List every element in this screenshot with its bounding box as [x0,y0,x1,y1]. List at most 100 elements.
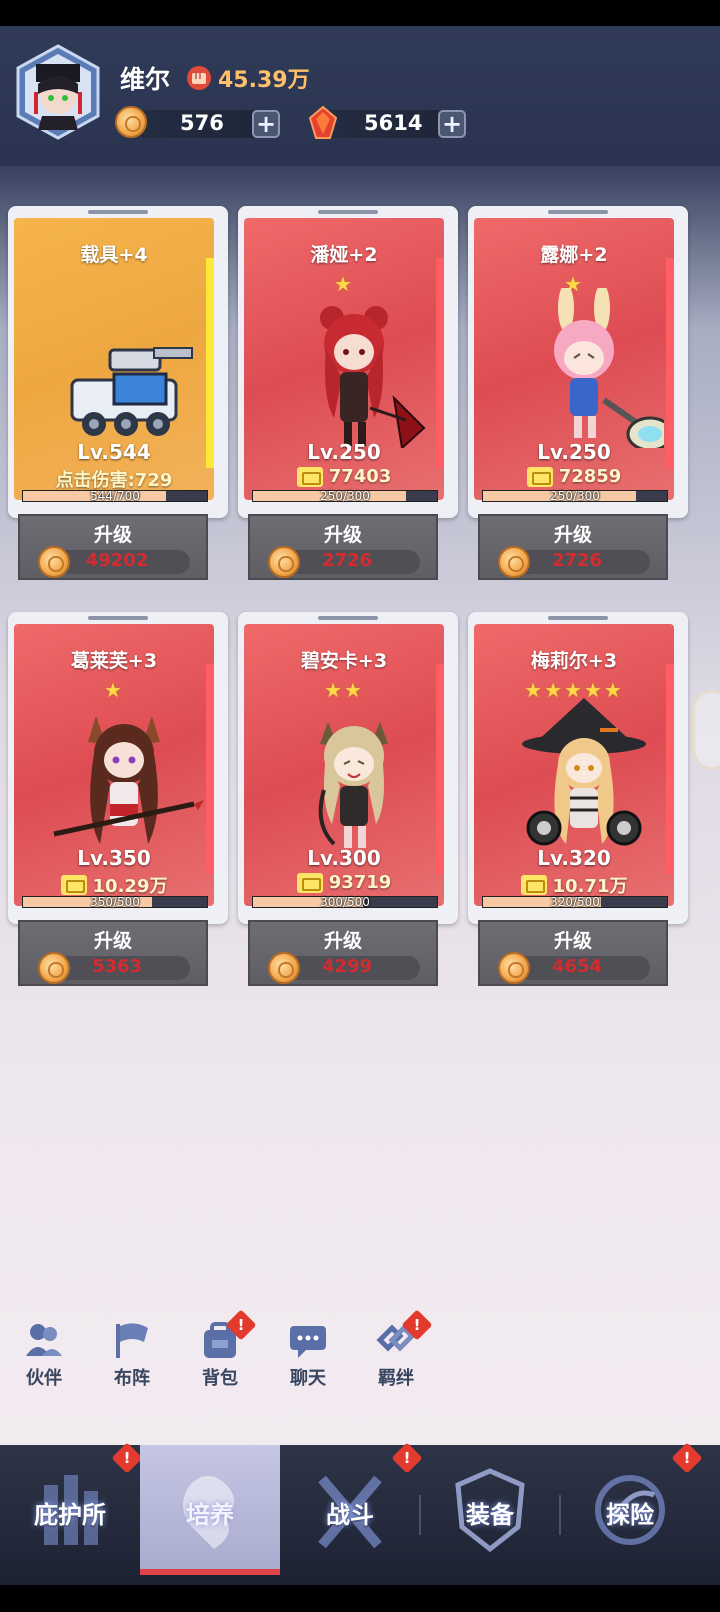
xp-bar: 544/700 [22,489,208,503]
character-stat-value: 72859 [558,466,622,487]
character-level: Lv.350 [77,846,151,870]
quicknav-label: 羁绊 [378,1368,414,1389]
coin-count: 576 [180,111,224,135]
character-name: 载具+4 [80,244,148,266]
bottom-nav-label: 装备 [466,1501,514,1529]
power-fist-icon [520,875,547,895]
upgrade-label: 升级 [553,930,592,952]
alert-badge: ! [111,1442,143,1474]
upgrade-label: 升级 [323,524,362,546]
quicknav-item-partner[interactable]: 伙伴 [14,1320,74,1390]
upgrade-button[interactable]: 升级 4654 [478,920,668,986]
character-level: Lv.250 [537,440,611,464]
upgrade-cost: 49202 [85,550,149,571]
character-stat-value: 93719 [328,872,392,893]
flag-icon [110,1320,154,1360]
card-handle [88,210,148,214]
character-stat: 93719 [244,872,444,893]
quicknav-item-backpack[interactable]: 背包 ! [190,1309,257,1390]
upgrade-cost: 2726 [551,550,603,571]
character-card[interactable]: 葛莱芙+3 ★ Lv.350 10.29万 350/500 [8,612,228,924]
add-crystals-button[interactable]: + [438,110,466,138]
quicknav-item-chat[interactable]: 聊天 [278,1320,338,1390]
alert-mark: ! [123,1449,131,1467]
upgrade-cost: 5363 [91,956,143,977]
power-fist-icon [60,875,87,895]
character-level: Lv.300 [307,846,381,870]
bottom-nav-explore[interactable]: 探险 ! [560,1442,703,1575]
xp-text: 300/500 [320,895,370,909]
bottom-nav-train[interactable]: 培养 [140,1445,280,1575]
bread-coin-icon [115,106,147,138]
card-handle [318,616,378,620]
quicknav-item-bond[interactable]: 羁绊 ! [366,1309,433,1390]
upgrade-button[interactable]: 升级 4299 [248,920,438,986]
crystal-count: 5614 [364,111,423,135]
character-name: 露娜+2 [540,244,608,266]
bottom-nav-shield[interactable]: 装备 [420,1445,560,1575]
combat-power: 45.39万 [186,62,310,94]
character-level: Lv.544 [77,440,151,464]
quicknav-label: 伙伴 [26,1368,62,1389]
upgrade-label: 升级 [93,930,132,952]
xp-text: 250/300 [550,489,600,503]
bottom-nav: 庇护所 ! 培养 战斗 ! 装备 探险 ! [0,1442,720,1585]
card-body: 载具+4 Lv.544 点击伤害:729 [14,218,214,500]
character-portrait [53,716,204,844]
bottom-nav-label: 庇护所 [34,1501,106,1529]
card-handle [548,210,608,214]
add-coins-button[interactable]: + [252,110,280,138]
alert-mark: ! [403,1449,411,1467]
card-handle [88,616,148,620]
xp-bar: 350/500 [22,895,208,909]
card-handle [318,210,378,214]
xp-bar: 250/300 [252,489,438,503]
card-body: 葛莱芙+3 ★ Lv.350 10.29万 [14,624,214,906]
quicknav-label: 布阵 [114,1368,150,1389]
upgrade-button[interactable]: 升级 2726 [478,514,668,580]
quicknav-item-flag[interactable]: 布阵 [102,1320,162,1390]
character-card[interactable]: 载具+4 Lv.544 点击伤害:729 544/700 [8,206,228,518]
character-portrait [320,306,426,448]
upgrade-button[interactable]: 升级 5363 [18,920,208,986]
bottom-nav-shelter[interactable]: 庇护所 ! [0,1442,143,1575]
upgrade-cost: 4299 [321,956,373,977]
character-card[interactable]: 梅莉尔+3 ★★★★★ Lv.320 10.71万 320/500 [468,612,688,924]
bottom-nav-label: 探险 [606,1501,654,1529]
bottom-nav-label: 战斗 [326,1501,374,1529]
nav-separator [419,1495,421,1535]
character-card[interactable]: 露娜+2 ★ Lv.250 72859 250/300 [468,206,688,518]
side-drawer-handle[interactable] [692,690,720,770]
character-portrait [554,288,664,448]
character-stat: 77403 [244,466,444,487]
upgrade-label: 升级 [553,524,592,546]
bottom-nav-crossed-swords[interactable]: 战斗 ! [280,1442,423,1575]
character-name: 梅莉尔+3 [530,650,618,672]
combat-power-value: 45.39万 [218,68,310,93]
character-portrait [70,347,193,436]
alert-badge: ! [671,1442,703,1474]
character-portrait [318,722,388,848]
upgrade-cost: 4654 [551,956,603,977]
character-card[interactable]: 潘娅+2 ★ Lv.250 77403 250/300 [238,206,458,518]
card-body: 潘娅+2 ★ Lv.250 77403 [244,218,444,500]
player-avatar[interactable] [16,44,100,140]
character-card[interactable]: 碧安卡+3 ★★ Lv.300 93719 300/500 [238,612,458,924]
bottom-nav-label: 培养 [186,1501,234,1529]
player-header [0,26,720,166]
xp-text: 544/700 [90,489,140,503]
alert-mark: ! [237,1316,245,1334]
card-edge-accent [206,258,214,468]
character-name: 葛莱芙+3 [70,650,158,672]
alert-mark: ! [413,1316,421,1334]
upgrade-button[interactable]: 升级 49202 [18,514,208,580]
upgrade-button[interactable]: 升级 2726 [248,514,438,580]
nav-separator [559,1495,561,1535]
xp-bar: 320/500 [482,895,668,909]
xp-text: 320/500 [550,895,600,909]
upgrade-label: 升级 [93,524,132,546]
fist-power-icon [187,66,211,90]
character-level: Lv.250 [307,440,381,464]
xp-text: 350/500 [90,895,140,909]
character-level: Lv.320 [537,846,611,870]
